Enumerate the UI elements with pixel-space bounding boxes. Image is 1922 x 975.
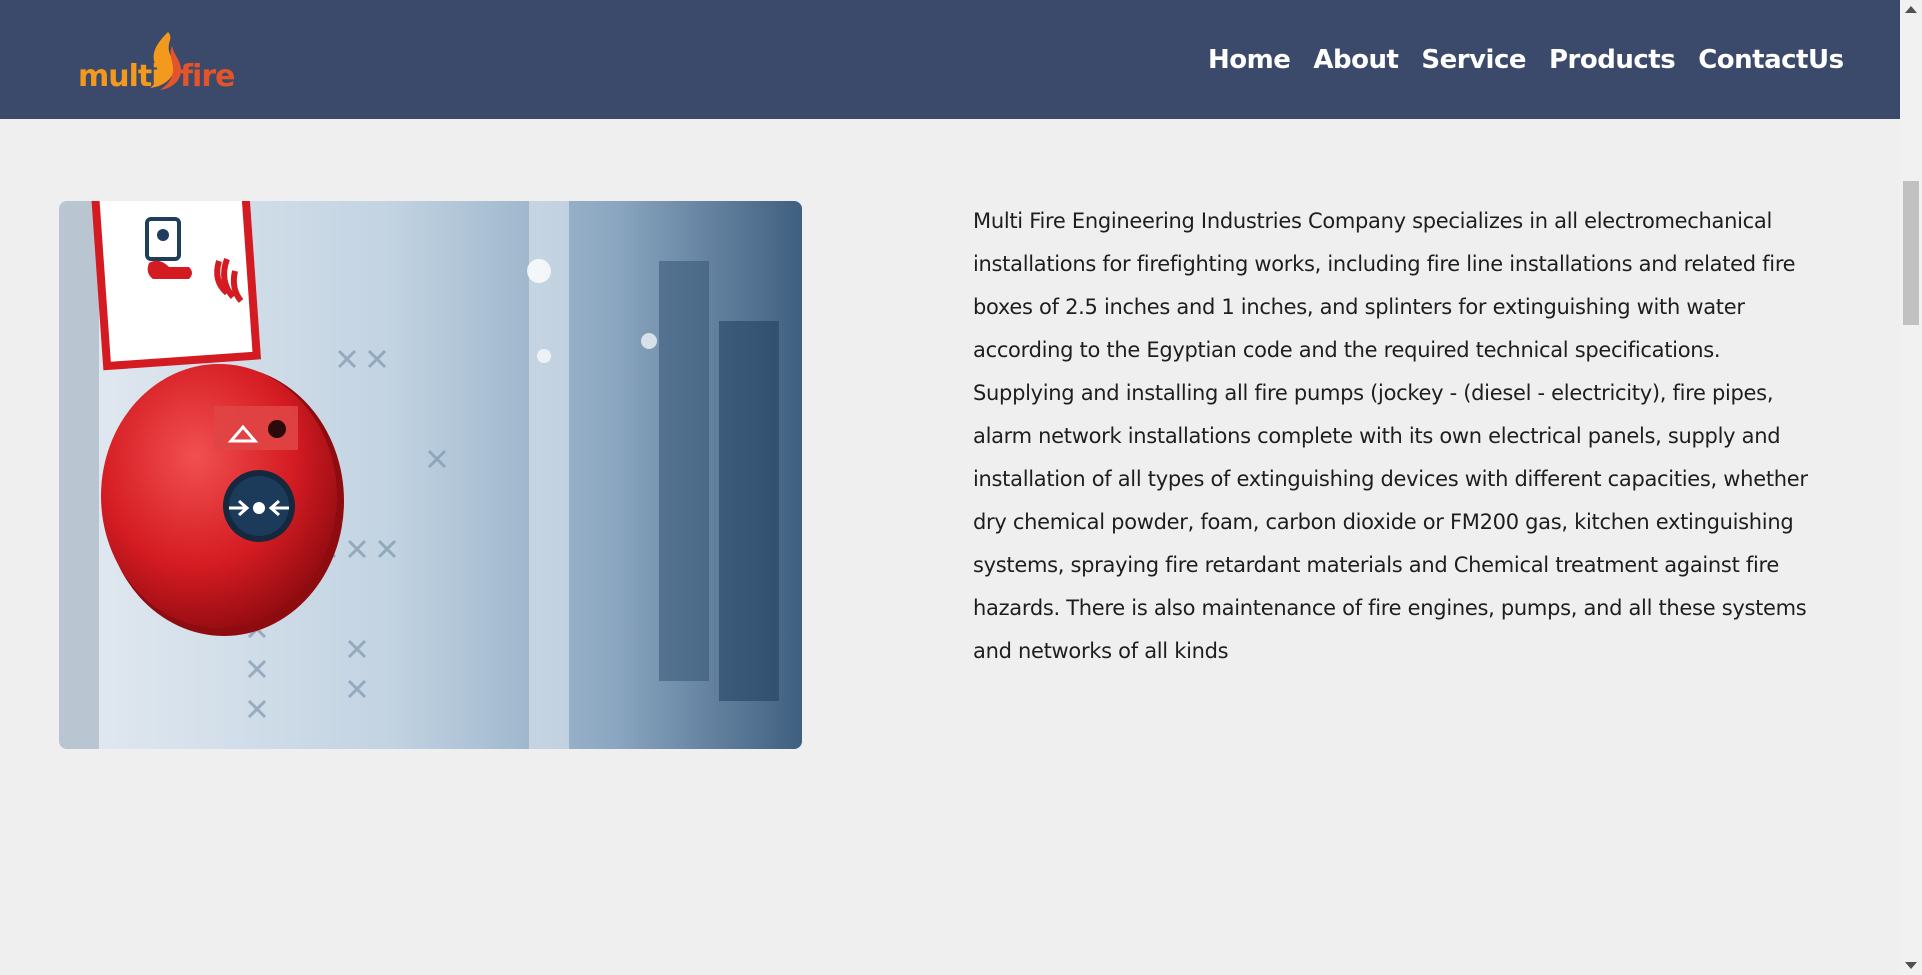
about-description: Multi Fire Engineering Industries Compan… <box>973 209 1808 663</box>
scroll-down-icon[interactable] <box>1905 962 1917 969</box>
nav-contactus[interactable]: ContactUs <box>1698 40 1844 80</box>
logo-text-multi: multi <box>78 59 161 92</box>
scroll-up-icon[interactable] <box>1905 6 1917 13</box>
scroll-thumb[interactable] <box>1903 181 1919 325</box>
multifire-logo[interactable]: multi fire <box>76 28 241 92</box>
fire-alarm-image <box>59 201 802 749</box>
fire-sign-icon <box>90 201 262 371</box>
page-scrollbar[interactable] <box>1900 0 1922 975</box>
main-nav: Home About Service Products ContactUs <box>1208 40 1844 80</box>
logo-text-fire: fire <box>180 59 234 92</box>
nav-about[interactable]: About <box>1313 40 1399 80</box>
site-header: multi fire Home About Service Products C… <box>0 0 1900 119</box>
nav-service[interactable]: Service <box>1421 40 1526 80</box>
nav-home[interactable]: Home <box>1208 40 1291 80</box>
nav-products[interactable]: Products <box>1549 40 1676 80</box>
